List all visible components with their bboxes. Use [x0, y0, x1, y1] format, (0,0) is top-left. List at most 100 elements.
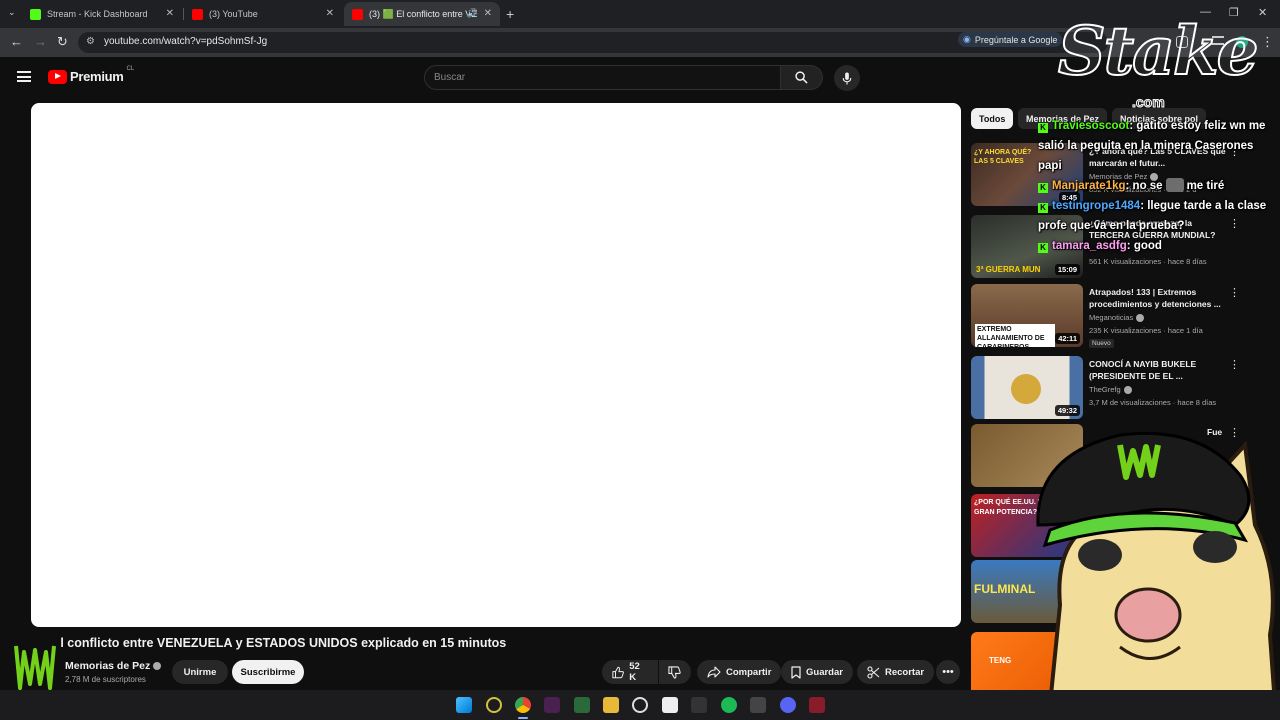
opera-icon[interactable]: [486, 697, 502, 713]
thumbnail-text: TENG: [989, 656, 1012, 665]
reload-icon[interactable]: ↻: [57, 34, 68, 50]
kick-badge-icon: K: [1038, 203, 1048, 213]
ask-google-button[interactable]: ◉ Pregúntale a Google: [958, 32, 1063, 47]
app-icon[interactable]: [809, 697, 825, 713]
thumbnail-text: FULMINAL: [974, 582, 1036, 596]
discord-icon[interactable]: [780, 697, 796, 713]
video-thumbnail[interactable]: EXTREMO ALLANAMIENTO DE CARABINEROS 42:1…: [971, 284, 1083, 347]
video-meta: 561 K visualizaciones · hace 8 días: [1089, 257, 1207, 266]
voice-search-button[interactable]: [834, 65, 860, 91]
active-app-indicator: [518, 717, 528, 719]
close-tab-icon[interactable]: ✕: [484, 8, 492, 19]
clip-button[interactable]: Recortar: [857, 660, 935, 684]
new-tab-button[interactable]: +: [506, 6, 514, 22]
like-count: 52 K: [629, 661, 640, 683]
youtube-favicon-icon: [352, 8, 363, 20]
region-code: CL: [126, 65, 135, 72]
url-field[interactable]: ⚙ youtube.com/watch?v=pdSohmSf-Jg: [78, 32, 1108, 53]
speaker-icon[interactable]: 🔊: [467, 8, 478, 19]
tab-video-active[interactable]: (3) 🟩 El conflicto entre VE 🔊 ✕: [344, 2, 500, 26]
new-badge: Nuevo: [1089, 339, 1114, 348]
recommendation-item[interactable]: EXTREMO ALLANAMIENTO DE CARABINEROS 42:1…: [971, 284, 1261, 348]
more-vertical-icon[interactable]: ⋮: [1229, 286, 1240, 299]
thumbs-down-icon: [668, 665, 681, 679]
dislike-button[interactable]: [659, 660, 691, 684]
more-actions-button[interactable]: •••: [936, 660, 960, 684]
chip-todos[interactable]: Todos: [971, 108, 1014, 129]
obs-icon[interactable]: [632, 697, 648, 713]
ask-google-label: Pregúntale a Google: [974, 34, 1058, 45]
forward-icon[interactable]: →: [34, 34, 47, 49]
chat-username: testingrope1484: [1052, 200, 1141, 212]
stream-chat-overlay: K Traviesoscoot: gatito estoy feliz wn me…: [1038, 116, 1280, 256]
chat-text: : no se: [1125, 180, 1163, 192]
channel-name-text: Meganoticias: [1089, 313, 1134, 322]
close-window-icon[interactable]: ✕: [1258, 6, 1267, 19]
app-icon[interactable]: [750, 697, 766, 713]
app-icon[interactable]: [691, 697, 707, 713]
url-text: youtube.com/watch?v=pdSohmSf-Jg: [104, 36, 268, 47]
close-tab-icon[interactable]: ✕: [326, 8, 334, 19]
thumbnail-text: ¿Y AHORA QUÉ? LAS 5 CLAVES: [974, 149, 1032, 165]
video-meta: 235 K visualizaciones · hace 1 día: [1089, 326, 1203, 335]
chat-emote-icon: [1165, 178, 1184, 192]
visual-studio-icon[interactable]: [544, 697, 560, 713]
video-player[interactable]: [31, 103, 961, 627]
tab-search-icon[interactable]: ⌄: [8, 7, 16, 18]
chat-message: Ktestingrope1484: llegue tarde a la clas…: [1038, 196, 1280, 236]
recommendation-item[interactable]: 49:32 CONOCÍ A NAYIB BUKELE (PRESIDENTE …: [971, 356, 1261, 420]
youtube-premium-logo[interactable]: Premium CL: [48, 65, 135, 84]
app-icon[interactable]: [574, 697, 590, 713]
start-button-icon[interactable]: [456, 697, 472, 713]
search-input[interactable]: Buscar: [424, 65, 781, 90]
scissors-icon: [867, 665, 880, 679]
chrome-icon[interactable]: [515, 697, 531, 713]
thumbnail-text: EXTREMO ALLANAMIENTO DE CARABINEROS: [975, 324, 1055, 347]
subscribe-button[interactable]: Suscribirme: [232, 660, 304, 684]
verified-badge-icon: [153, 662, 162, 670]
join-button[interactable]: Unirme: [172, 660, 228, 684]
tab-label: (3) YouTube: [209, 9, 258, 19]
video-duration: 15:09: [1054, 264, 1080, 275]
video-title: El conflicto entre VENEZUELA y ESTADOS U…: [52, 636, 507, 650]
tab-kick-dashboard[interactable]: Stream - Kick Dashboard ✕: [22, 2, 182, 26]
file-explorer-icon[interactable]: [603, 697, 619, 713]
tab-youtube[interactable]: (3) YouTube ✕: [184, 2, 342, 26]
chat-username: tamara_asdfg: [1052, 240, 1127, 252]
video-title: Atrapados! 133 | Extremos procedimientos…: [1089, 287, 1221, 309]
stake-logo-text: Stake: [1057, 11, 1260, 91]
chat-message: Ktamara_asdfg: good: [1038, 236, 1280, 256]
site-info-icon[interactable]: ⚙: [86, 36, 95, 47]
chat-username: Manjarate1kg: [1052, 180, 1126, 192]
search-placeholder: Buscar: [434, 72, 466, 83]
bookmark-icon: [791, 665, 801, 679]
save-button[interactable]: Guardar: [781, 660, 853, 684]
spotify-icon[interactable]: [721, 697, 737, 713]
share-button[interactable]: Compartir: [697, 660, 782, 684]
more-vertical-icon[interactable]: ⋮: [1229, 358, 1240, 371]
stake-domain-text: .com: [1132, 94, 1166, 111]
hamburger-menu-icon[interactable]: [17, 71, 31, 82]
like-button[interactable]: 52 K: [602, 660, 658, 684]
thumbnail-text: 3ª GUERRA MUN: [976, 265, 1041, 274]
subscriber-count: 2,78 M de suscriptores: [65, 675, 146, 684]
video-thumbnail[interactable]: 49:32: [971, 356, 1083, 419]
channel-name[interactable]: Memorias de Pez: [65, 660, 162, 672]
more-horizontal-icon: •••: [942, 666, 954, 678]
stake-logo: Stake .com: [1057, 11, 1260, 112]
cat-avatar-overlay: [1036, 431, 1278, 705]
more-options-icon[interactable]: ⋮: [1261, 34, 1274, 50]
close-tab-icon[interactable]: ✕: [166, 8, 174, 19]
search-button[interactable]: [781, 65, 823, 90]
chat-message: K Manjarate1kg: no se me tiré: [1038, 176, 1280, 196]
tab-label: Stream - Kick Dashboard: [47, 9, 148, 19]
kick-badge-icon: K: [1038, 183, 1048, 193]
capcut-icon[interactable]: [662, 697, 678, 713]
channel-name-text: Memorias de Pez: [65, 660, 151, 672]
back-icon[interactable]: ←: [10, 34, 23, 49]
clip-label: Recortar: [885, 666, 925, 678]
verified-badge-icon: [1123, 385, 1132, 394]
search-icon: [795, 71, 808, 84]
channel-name: Meganoticias: [1089, 313, 1145, 322]
chat-message: K Traviesoscoot: gatito estoy feliz wn me…: [1038, 116, 1280, 176]
